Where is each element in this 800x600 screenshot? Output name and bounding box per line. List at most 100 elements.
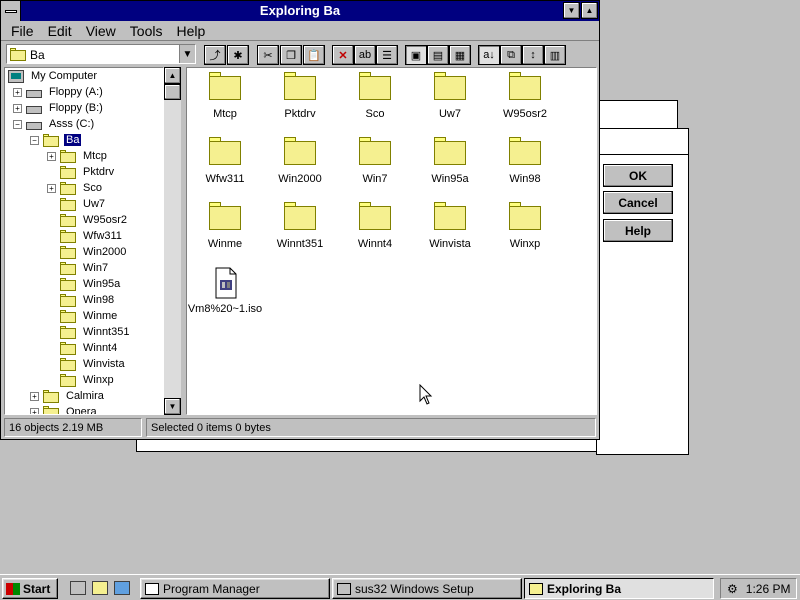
- folder-item[interactable]: Winnt4: [335, 202, 415, 250]
- delete-button[interactable]: ✕: [332, 45, 354, 65]
- map-network-drive-button[interactable]: ✱: [227, 45, 249, 65]
- explorer-window: Exploring Ba ▼ ▲ File Edit View Tools He…: [0, 0, 600, 440]
- file-item[interactable]: Vm8%20~1.iso: [185, 267, 265, 315]
- details-icon: ▦: [454, 49, 466, 62]
- scroll-up-button[interactable]: ▲: [164, 67, 181, 84]
- menu-help[interactable]: Help: [169, 23, 212, 39]
- rename-button[interactable]: ab: [354, 45, 376, 65]
- menu-tools[interactable]: Tools: [123, 23, 170, 39]
- folder-item[interactable]: Sco: [335, 72, 415, 120]
- large-icons-button[interactable]: ▣: [405, 45, 427, 65]
- expand-icon[interactable]: +: [30, 392, 39, 401]
- expand-icon[interactable]: +: [47, 184, 56, 193]
- folder-icon: [509, 72, 541, 100]
- up-one-level-button[interactable]: ⤴: [204, 45, 226, 65]
- folder-icon: [60, 198, 76, 214]
- folder-icon: [509, 137, 541, 165]
- start-label: Start: [23, 581, 51, 596]
- folder-item[interactable]: Win95a: [410, 137, 490, 185]
- folder-icon: [60, 358, 76, 374]
- tree-node-label: Winnt351: [83, 326, 130, 338]
- address-value: Ba: [30, 48, 45, 62]
- sort-by-name-button[interactable]: a↓: [478, 45, 500, 65]
- maximize-button[interactable]: ▲: [581, 2, 598, 19]
- folder-icon: [209, 72, 241, 100]
- rename-icon: ab: [358, 49, 372, 61]
- folder-item[interactable]: Win7: [335, 137, 415, 185]
- tree-node-label: Pktdrv: [83, 166, 115, 178]
- quick-launch-app-icon[interactable]: [114, 581, 130, 595]
- ok-button[interactable]: OK: [603, 164, 673, 187]
- scroll-thumb[interactable]: [164, 84, 181, 100]
- expand-icon[interactable]: +: [47, 152, 56, 161]
- folder-tree[interactable]: My Computer + Floppy (A:) + Floppy (B:) − Asss…: [4, 67, 164, 415]
- item-label: Mtcp: [213, 108, 237, 120]
- sort-by-type-button[interactable]: ⧉: [500, 45, 522, 65]
- toolbar: Ba ▼ ⤴ ✱ ✂ ❐ 📋 ✕ ab ☰ ▣ ▤ ▦ a↓ ⧉ ↕ ▥: [1, 42, 599, 66]
- folder-item[interactable]: Winme: [185, 202, 265, 250]
- folder-item[interactable]: Win98: [485, 137, 565, 185]
- folder-icon: [60, 294, 76, 310]
- start-button[interactable]: Start: [2, 578, 58, 599]
- expand-icon[interactable]: +: [30, 408, 39, 414]
- sort-by-date-button[interactable]: ▥: [544, 45, 566, 65]
- maximize-icon: ▲: [585, 6, 594, 15]
- item-label: Win7: [362, 173, 388, 185]
- sort-by-size-button[interactable]: ↕: [522, 45, 544, 65]
- folder-item[interactable]: Winxp: [485, 202, 565, 250]
- dropdown-arrow-icon[interactable]: ▼: [179, 45, 195, 63]
- folder-item[interactable]: Uw7: [410, 72, 490, 120]
- folder-item[interactable]: Mtcp: [185, 72, 265, 120]
- task-windows-setup[interactable]: sus32 Windows Setup: [332, 578, 522, 599]
- folder-item[interactable]: Winnt351: [260, 202, 340, 250]
- properties-icon: ☰: [382, 49, 392, 62]
- menu-view[interactable]: View: [79, 23, 123, 39]
- quick-launch-computer-icon[interactable]: [70, 581, 86, 595]
- details-button[interactable]: ▦: [449, 45, 471, 65]
- minimize-button[interactable]: ▼: [563, 2, 580, 19]
- expand-icon[interactable]: +: [13, 104, 22, 113]
- folder-item[interactable]: W95osr2: [485, 72, 565, 120]
- folder-item[interactable]: Pktdrv: [260, 72, 340, 120]
- explorer-icon: [529, 582, 543, 595]
- item-label: Sco: [365, 108, 385, 120]
- copy-button[interactable]: ❐: [280, 45, 302, 65]
- folder-icon: [209, 202, 241, 230]
- clock[interactable]: 1:26 PM: [746, 582, 791, 596]
- task-exploring-ba[interactable]: Exploring Ba: [524, 578, 714, 599]
- tree-scrollbar[interactable]: ▲ ▼: [164, 67, 181, 415]
- folder-item[interactable]: Win2000: [260, 137, 340, 185]
- properties-button[interactable]: ☰: [376, 45, 398, 65]
- address-combobox[interactable]: Ba ▼: [6, 44, 196, 64]
- tree-node-label: Floppy (A:): [49, 86, 103, 98]
- hard-drive-icon: [26, 121, 42, 133]
- title-bar[interactable]: Exploring Ba ▼ ▲: [1, 1, 599, 21]
- menu-edit[interactable]: Edit: [41, 23, 79, 39]
- tree-node-label: Winme: [83, 310, 118, 322]
- menu-file[interactable]: File: [4, 23, 41, 39]
- task-program-manager[interactable]: Program Manager: [140, 578, 330, 599]
- help-button[interactable]: Help: [603, 219, 673, 242]
- folder-item[interactable]: Winvista: [410, 202, 490, 250]
- tree-node-label: Wfw311: [83, 230, 122, 242]
- collapse-icon[interactable]: −: [30, 136, 39, 145]
- tree-node-label: Win2000: [83, 246, 127, 258]
- sort-date-icon: ▥: [549, 49, 561, 62]
- file-list[interactable]: Mtcp Pktdrv Sco Uw7 W95osr2 Wfw311 Win2000 Win7…: [186, 67, 597, 415]
- small-icons-button[interactable]: ▤: [427, 45, 449, 65]
- task-label: Exploring Ba: [547, 581, 622, 596]
- scroll-down-button[interactable]: ▼: [164, 398, 181, 415]
- folder-icon: [60, 214, 76, 230]
- folder-icon: [60, 310, 76, 326]
- open-folder-icon: [43, 134, 59, 150]
- item-label: Uw7: [438, 108, 461, 120]
- volume-icon[interactable]: ⚙: [727, 582, 738, 596]
- cancel-button[interactable]: Cancel: [603, 191, 673, 214]
- folder-item[interactable]: Wfw311: [185, 137, 265, 185]
- quick-launch-explorer-icon[interactable]: [92, 581, 108, 595]
- cut-button[interactable]: ✂: [257, 45, 279, 65]
- up-folder-icon: ⤴: [209, 50, 221, 62]
- collapse-icon[interactable]: −: [13, 120, 22, 129]
- expand-icon[interactable]: +: [13, 88, 22, 97]
- paste-button[interactable]: 📋: [303, 45, 325, 65]
